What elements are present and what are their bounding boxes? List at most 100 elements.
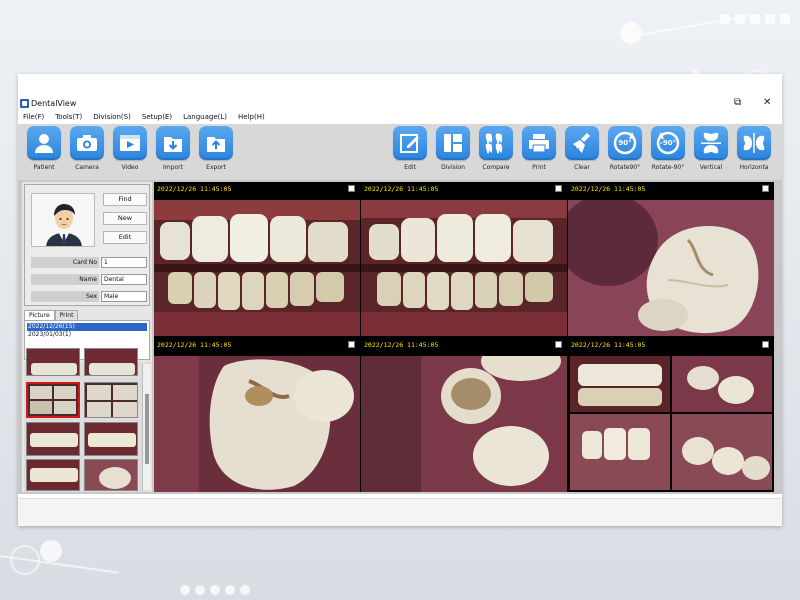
clear-label: Clear: [574, 164, 590, 171]
menu-tools[interactable]: Tools(T): [55, 113, 82, 121]
dental-photo: [154, 200, 360, 336]
name-row: Name Dental: [31, 274, 147, 285]
user-icon: [27, 126, 61, 160]
image-cell[interactable]: 2022/12/26 11:45:05: [154, 182, 360, 336]
patient-info-panel: Find New Edit Card No 1 Name Dental Sex …: [24, 184, 150, 306]
thumbnail-scrollbar[interactable]: [142, 364, 150, 490]
image-checkbox[interactable]: [762, 341, 769, 348]
toolbar: Patient Camera Video Import Export Edit …: [18, 124, 782, 180]
image-cell[interactable]: 2022/12/26 11:45:05: [361, 182, 567, 336]
patient-avatar: [31, 193, 95, 247]
title-bar: DentalView ⧉ ✕: [18, 96, 782, 110]
tab-strip: Picture Print: [24, 310, 79, 320]
horizontal-flip-button[interactable]: Horizonta: [734, 126, 774, 171]
left-panel: Find New Edit Card No 1 Name Dental Sex …: [22, 182, 152, 492]
thumbnail-strip: [24, 348, 150, 492]
rotate-minus-90-label: Rotate-90°: [651, 164, 685, 171]
image-timestamp: 2022/12/26 11:45:05: [157, 185, 232, 193]
edit-label: Edit: [404, 164, 416, 171]
image-checkbox[interactable]: [762, 185, 769, 192]
camera-label: Camera: [75, 164, 99, 171]
close-button[interactable]: ✕: [763, 96, 771, 110]
division-icon: [436, 126, 470, 160]
compare-icon: [479, 126, 513, 160]
image-checkbox[interactable]: [348, 341, 355, 348]
video-button[interactable]: Video: [110, 126, 150, 171]
horizontal-flip-icon: [737, 126, 771, 160]
division-button[interactable]: Division: [433, 126, 473, 171]
camera-button[interactable]: Camera: [67, 126, 107, 171]
image-timestamp: 2022/12/26 11:45:05: [571, 185, 646, 193]
sex-label: Sex: [31, 291, 99, 302]
image-timestamp: 2022/12/26 11:45:05: [571, 341, 646, 349]
find-button[interactable]: Find: [103, 193, 147, 206]
tab-picture[interactable]: Picture: [24, 310, 55, 320]
patient-button[interactable]: Patient: [24, 126, 64, 171]
camera-icon: [70, 126, 104, 160]
rotate-90-button[interactable]: 90° Rotate90°: [605, 126, 645, 171]
thumbnail[interactable]: [84, 382, 138, 418]
dental-photo: [154, 356, 360, 492]
workspace: Find New Edit Card No 1 Name Dental Sex …: [18, 180, 782, 494]
export-button[interactable]: Export: [196, 126, 236, 171]
thumbnail[interactable]: [84, 348, 138, 376]
sex-field[interactable]: Male: [101, 291, 147, 302]
export-label: Export: [206, 164, 226, 171]
image-checkbox[interactable]: [555, 185, 562, 192]
rotate-minus-90-badge: -90°: [659, 139, 677, 147]
import-icon: [156, 126, 190, 160]
printer-icon: [522, 126, 556, 160]
export-icon: [199, 126, 233, 160]
new-button[interactable]: New: [103, 212, 147, 225]
rotate-minus-90-button[interactable]: -90° Rotate-90°: [648, 126, 688, 171]
thumbnail[interactable]: [84, 459, 138, 491]
scrollbar-thumb[interactable]: [145, 394, 149, 464]
patient-label: Patient: [33, 164, 55, 171]
card-no-field[interactable]: 1: [101, 257, 147, 268]
thumbnail[interactable]: [26, 348, 80, 376]
compare-label: Compare: [482, 164, 510, 171]
status-bar: [18, 498, 782, 526]
thumbnail-selected[interactable]: [26, 382, 80, 418]
name-label: Name: [31, 274, 99, 285]
rotate-cw-icon: 90°: [608, 126, 642, 160]
restore-button[interactable]: ⧉: [734, 96, 741, 110]
rotate-90-badge: 90°: [618, 139, 632, 147]
import-button[interactable]: Import: [153, 126, 193, 171]
thumbnail[interactable]: [26, 422, 80, 456]
compare-button[interactable]: Compare: [476, 126, 516, 171]
window-title: DentalView: [31, 98, 77, 108]
sex-row: Sex Male: [31, 291, 147, 302]
app-logo-icon: [20, 98, 29, 108]
menu-setup[interactable]: Setup(E): [142, 113, 172, 121]
date-item[interactable]: 2022/12/26(15): [27, 323, 147, 331]
menu-help[interactable]: Help(H): [238, 113, 265, 121]
thumbnail[interactable]: [26, 459, 80, 491]
print-label: Print: [532, 164, 546, 171]
clear-button[interactable]: Clear: [562, 126, 602, 171]
name-field[interactable]: Dental: [101, 274, 147, 285]
image-checkbox[interactable]: [348, 185, 355, 192]
rotate-ccw-icon: -90°: [651, 126, 685, 160]
edit-patient-button[interactable]: Edit: [103, 231, 147, 244]
import-label: Import: [163, 164, 183, 171]
image-cell[interactable]: 2022/12/26 11:45:05: [361, 338, 567, 492]
image-cell[interactable]: 2022/12/26 11:45:05: [568, 338, 774, 492]
image-cell[interactable]: 2022/12/26 11:45:05: [154, 338, 360, 492]
edit-button[interactable]: Edit: [390, 126, 430, 171]
menu-language[interactable]: Language(L): [183, 113, 227, 121]
image-grid: 2022/12/26 11:45:05 2022/12/26 11:45:05 …: [154, 182, 774, 492]
print-button[interactable]: Print: [519, 126, 559, 171]
horizontal-label: Horizonta: [739, 164, 769, 171]
thumbnail[interactable]: [84, 422, 138, 456]
image-checkbox[interactable]: [555, 341, 562, 348]
image-cell[interactable]: 2022/12/26 11:45:05: [568, 182, 774, 336]
tab-print[interactable]: Print: [54, 310, 79, 320]
rotate-90-label: Rotate90°: [609, 164, 641, 171]
menu-file[interactable]: File(F): [23, 113, 44, 121]
menu-bar: File(F) Tools(T) Division(S) Setup(E) La…: [18, 111, 782, 122]
menu-division[interactable]: Division(S): [93, 113, 131, 121]
dental-photo: [568, 200, 774, 336]
date-item[interactable]: 2023/01/03(1): [27, 331, 147, 339]
vertical-flip-button[interactable]: Vertical: [691, 126, 731, 171]
